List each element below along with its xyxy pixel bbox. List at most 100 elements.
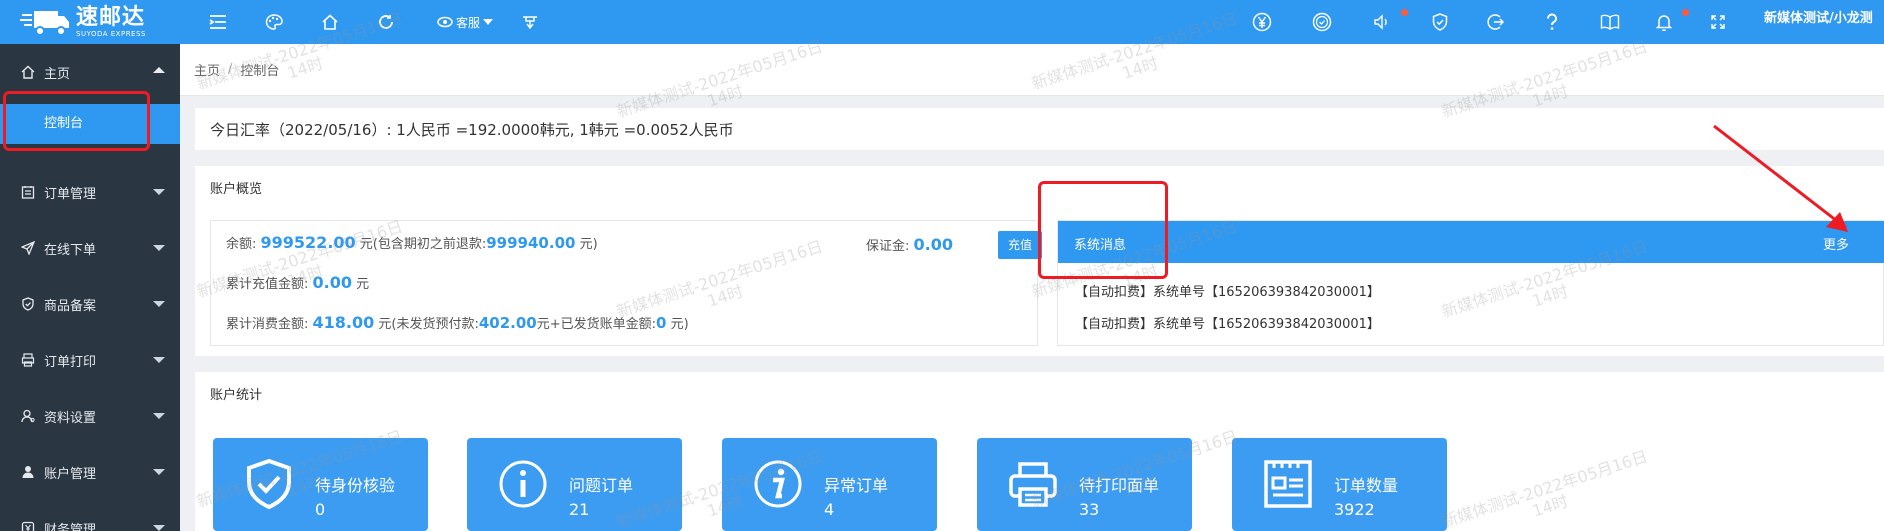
more-messages-link[interactable]: 更多 bbox=[1823, 234, 1873, 253]
customer-service-dropdown[interactable]: 客服 bbox=[432, 0, 498, 44]
sidebar-item-product-filing[interactable]: 商品备案 bbox=[0, 276, 180, 332]
help-button[interactable] bbox=[1540, 0, 1564, 44]
truck-icon bbox=[20, 11, 69, 36]
sidebar: 主页 控制台 订单管理 在线下单 商品备案 订单打印 资料设置 账户管理 财务管… bbox=[0, 44, 180, 531]
recharge-button[interactable]: 充值 bbox=[998, 231, 1042, 259]
notifications-button[interactable] bbox=[1652, 0, 1676, 44]
fullscreen-icon bbox=[1711, 15, 1725, 29]
translate-button[interactable] bbox=[518, 0, 542, 44]
sidebar-item-online-order[interactable]: 在线下单 bbox=[0, 220, 180, 276]
stat-card-order-count[interactable]: 订单数量 3922 bbox=[1232, 438, 1447, 531]
currency-button[interactable] bbox=[1250, 0, 1274, 44]
fullscreen-button[interactable] bbox=[1706, 0, 1730, 44]
balance-label: 余额: bbox=[226, 237, 261, 252]
total-recharge-label: 累计充值金额: bbox=[226, 277, 313, 292]
total-consume-label: 累计消费金额: bbox=[226, 317, 313, 332]
message-item[interactable]: 【自动扣费】系统单号【165206393842030001】 bbox=[1075, 281, 1380, 300]
stat-card-abnormal-orders[interactable]: 异常订单 4 bbox=[722, 438, 937, 531]
balance-value: 999522.00 bbox=[260, 233, 356, 252]
yen-coin-icon bbox=[1252, 12, 1272, 32]
stat-value: 21 bbox=[569, 500, 590, 519]
message-item[interactable]: 【自动扣费】系统单号【165206393842030001】 bbox=[1075, 313, 1380, 332]
deposit-value: 0.00 bbox=[913, 235, 953, 254]
shield-icon bbox=[20, 296, 36, 312]
bell-icon bbox=[1656, 15, 1672, 31]
dashboard-button[interactable] bbox=[262, 0, 286, 44]
sidebar-subitem-console[interactable]: 控制台 bbox=[0, 104, 180, 144]
sidebar-item-order-management[interactable]: 订单管理 bbox=[0, 164, 180, 220]
chevron-down-icon bbox=[153, 245, 165, 251]
chevron-down-icon bbox=[153, 525, 165, 531]
deposit-row: 保证金: 0.00 bbox=[866, 235, 953, 254]
brand-name-en: SUYODA EXPRESS bbox=[76, 29, 146, 38]
sidebar-item-label: 财务管理 bbox=[44, 522, 97, 531]
verify-button[interactable] bbox=[1310, 0, 1334, 44]
stat-card-pending-labels[interactable]: 待打印面单 33 bbox=[977, 438, 1192, 531]
customer-service-label: 客服 bbox=[455, 15, 480, 30]
sidebar-item-label: 订单管理 bbox=[44, 186, 97, 202]
hamburger-icon bbox=[209, 15, 226, 29]
sidebar-item-order-print[interactable]: 订单打印 bbox=[0, 332, 180, 388]
chevron-down-icon bbox=[153, 189, 165, 195]
brand-logo[interactable]: 速邮达 SUYODA EXPRESS bbox=[0, 0, 180, 44]
sidebar-item-label: 在线下单 bbox=[44, 242, 97, 258]
refresh-button[interactable] bbox=[374, 0, 398, 44]
stat-label: 待打印面单 bbox=[1079, 476, 1160, 495]
account-overview-panel: 账户概览 余额: 999522.00 元(包含期初之前退款:999940.00 … bbox=[195, 166, 1884, 356]
stat-card-problem-orders[interactable]: 问题订单 21 bbox=[467, 438, 682, 531]
sidebar-item-account-management[interactable]: 账户管理 bbox=[0, 444, 180, 500]
account-overview-title: 账户概览 bbox=[210, 182, 263, 197]
refund-value: 999940.00 bbox=[486, 234, 576, 252]
menu-toggle-button[interactable] bbox=[206, 0, 230, 44]
sidebar-item-label: 商品备案 bbox=[44, 298, 97, 314]
breadcrumb-separator: / bbox=[228, 62, 233, 77]
refund-suffix: 元) bbox=[575, 237, 598, 252]
stat-value: 0 bbox=[315, 500, 326, 519]
sidebar-item-label: 订单打印 bbox=[44, 354, 97, 370]
manual-button[interactable] bbox=[1598, 0, 1622, 44]
printer-icon bbox=[20, 352, 36, 368]
prepaid-value: 402.00 bbox=[478, 314, 537, 332]
stat-value: 4 bbox=[824, 500, 835, 519]
billed-value: 0 bbox=[656, 314, 667, 332]
chevron-down-icon bbox=[153, 469, 165, 475]
total-consume-mid: 元(未发货预付款: bbox=[374, 317, 479, 332]
security-button[interactable] bbox=[1428, 0, 1452, 44]
eye-icon bbox=[437, 16, 453, 28]
settings-icon bbox=[20, 408, 36, 424]
sound-notification-dot bbox=[1401, 9, 1408, 16]
chevron-down-icon bbox=[153, 357, 165, 363]
notification-dot bbox=[1682, 9, 1689, 16]
speaker-icon bbox=[1374, 14, 1387, 30]
chevron-up-icon bbox=[153, 67, 165, 73]
billed-suffix: 元) bbox=[666, 317, 689, 332]
home-button[interactable] bbox=[318, 0, 342, 44]
stat-value: 33 bbox=[1079, 500, 1100, 519]
top-bar: 速邮达 SUYODA EXPRESS 客服 新媒体测试/小龙测 bbox=[0, 0, 1884, 44]
order-icon bbox=[20, 184, 36, 200]
breadcrumb-home-link[interactable]: 主页 bbox=[194, 60, 220, 79]
user-account-menu[interactable]: 新媒体测试/小龙测 bbox=[1764, 0, 1884, 44]
sidebar-item-label: 主页 bbox=[44, 66, 71, 82]
shield-check-icon bbox=[1432, 13, 1448, 31]
stat-label: 问题订单 bbox=[569, 476, 634, 495]
system-messages-header: 系统消息 更多 bbox=[1058, 221, 1884, 263]
chevron-down-icon bbox=[483, 19, 493, 25]
account-stats-panel: 账户统计 待身份核验 0 问题订单 21 异常订单 4 待打印面单 33 订单数… bbox=[195, 372, 1884, 531]
stat-label: 待身份核验 bbox=[315, 476, 396, 495]
logout-button[interactable] bbox=[1484, 0, 1508, 44]
account-stats-title: 账户统计 bbox=[210, 388, 263, 403]
breadcrumb: 主页 / 控制台 bbox=[180, 44, 1884, 96]
sidebar-item-finance-management[interactable]: 财务管理 bbox=[0, 500, 180, 531]
sidebar-item-home[interactable]: 主页 bbox=[0, 44, 180, 100]
system-messages-title: 系统消息 bbox=[1074, 238, 1127, 253]
verify-badge-icon bbox=[1312, 12, 1332, 32]
sound-button[interactable] bbox=[1370, 0, 1394, 44]
sidebar-item-profile-settings[interactable]: 资料设置 bbox=[0, 388, 180, 444]
send-icon bbox=[20, 240, 36, 256]
question-mark-icon bbox=[1547, 13, 1557, 30]
user-icon bbox=[20, 464, 36, 480]
stat-card-pending-verification[interactable]: 待身份核验 0 bbox=[213, 438, 428, 531]
finance-icon bbox=[20, 520, 36, 531]
chevron-down-icon bbox=[153, 413, 165, 419]
